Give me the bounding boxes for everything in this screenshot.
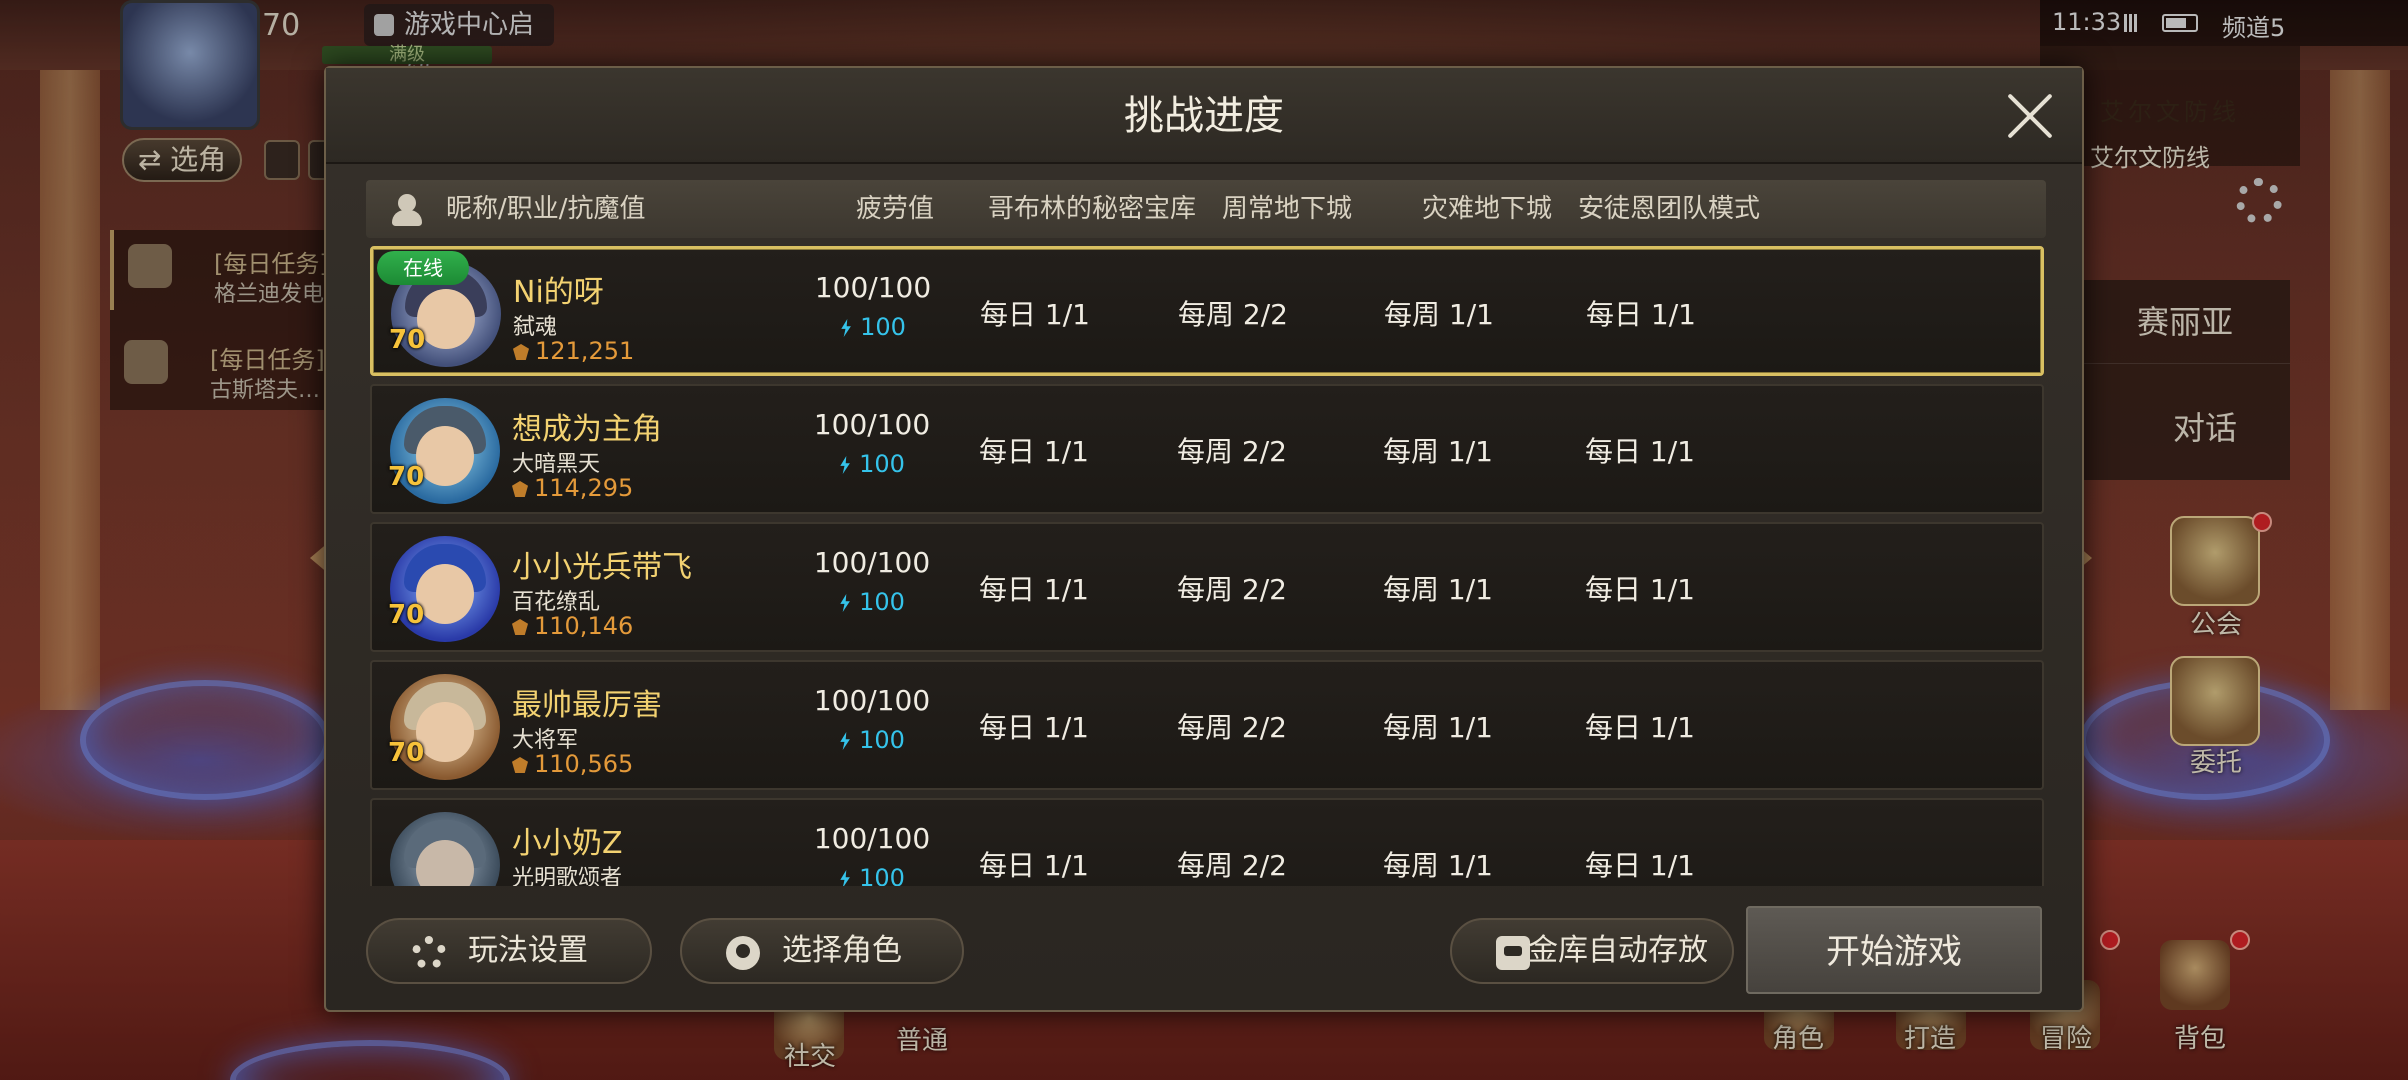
table-row[interactable]: 70 最帅最厉害 大将军 110,565 100/100 100 每日 1/1 … [370,660,2044,790]
weekly-progress: 每周 2/2 [1177,435,1287,468]
crest-icon [512,757,528,773]
goblin-progress: 每日 1/1 [979,435,1089,468]
game-settings-button[interactable]: 玩法设置 [366,918,652,984]
table-row[interactable]: 70 小小光兵带飞 百花缭乱 110,146 100/100 100 每日 1/… [370,522,2044,652]
gear-icon [412,936,446,970]
character-name: 小小奶Z [512,826,623,861]
character-name: 想成为主角 [512,412,662,447]
weekly-progress: 每周 2/2 [1177,849,1287,882]
vault-auto-store-label: 金库自动存放 [1528,933,1708,968]
bolt-icon [840,870,850,886]
vault-icon [1496,936,1530,970]
weekly-progress: 每周 2/2 [1178,298,1288,331]
anti-magic-value: 110,565 [512,750,633,778]
vault-auto-store-button[interactable]: 金库自动存放 [1450,918,1734,984]
character-job: 光明歌颂者 [512,866,623,886]
disaster-progress: 每周 1/1 [1384,298,1494,331]
goblin-progress: 每日 1/1 [979,849,1089,882]
select-role-button[interactable]: 选择角色 [680,918,964,984]
game-settings-label: 玩法设置 [468,933,588,968]
col-antoine: 安徒恩团队模式 [1578,194,1761,224]
weekly-progress: 每周 2/2 [1177,711,1287,744]
antoine-progress: 每日 1/1 [1585,435,1695,468]
col-disaster: 灾难地下城 [1422,194,1553,224]
col-name: 昵称/职业/抗魔值 [446,194,646,224]
character-icon [726,936,760,970]
goblin-progress: 每日 1/1 [979,711,1089,744]
weekly-progress: 每周 2/2 [1177,573,1287,606]
level-badge: 70 [388,462,425,492]
disaster-progress: 每周 1/1 [1383,435,1493,468]
disaster-progress: 每周 1/1 [1383,573,1493,606]
crest-icon [512,619,528,635]
anti-magic-value: 121,251 [513,337,634,365]
dialog-header: 挑战进度 [326,68,2082,164]
antoine-progress: 每日 1/1 [1586,298,1696,331]
anti-magic-value: 110,146 [512,612,633,640]
anti-magic-value: 114,295 [512,474,633,502]
challenge-progress-dialog: 挑战进度 昵称/职业/抗魔值 疲劳值 哥布林的秘密宝库 周常地下城 灾难地下城 … [324,66,2084,1012]
goblin-progress: 每日 1/1 [980,298,1090,331]
character-name: Ni的呀 [513,275,604,310]
close-button[interactable] [2006,92,2054,140]
antoine-progress: 每日 1/1 [1585,573,1695,606]
level-badge: 70 [389,325,426,355]
crest-icon [513,344,529,360]
level-badge: 70 [388,600,425,630]
bolt-icon [840,732,850,750]
disaster-progress: 每周 1/1 [1383,711,1493,744]
col-weekly-dungeon: 周常地下城 [1222,194,1353,224]
start-game-button[interactable]: 开始游戏 [1746,906,2042,994]
disaster-progress: 每周 1/1 [1383,849,1493,882]
character-icon [392,192,426,226]
character-name: 小小光兵带飞 [512,550,692,585]
antoine-progress: 每日 1/1 [1585,711,1695,744]
col-goblin: 哥布林的秘密宝库 [988,194,1197,224]
select-role-label: 选择角色 [782,933,902,968]
table-row[interactable]: 70 想成为主角 大暗黑天 114,295 100/100 100 每日 1/1… [370,384,2044,514]
table-header: 昵称/职业/抗魔值 疲劳值 哥布林的秘密宝库 周常地下城 灾难地下城 安徒恩团队… [366,180,2046,238]
bolt-icon [840,456,850,474]
col-fatigue: 疲劳值 [856,194,935,224]
dialog-title: 挑战进度 [1124,93,1284,139]
avatar [390,812,500,886]
bolt-icon [840,594,850,612]
crest-icon [512,481,528,497]
online-badge: 在线 [377,251,469,285]
bolt-icon [841,319,851,337]
level-badge: 70 [388,738,425,768]
table-row[interactable]: 在线 70 Ni的呀 弑魂 121,251 100/100 100 每日 1/1… [370,246,2044,376]
character-list[interactable]: 在线 70 Ni的呀 弑魂 121,251 100/100 100 每日 1/1… [370,246,2044,886]
antoine-progress: 每日 1/1 [1585,849,1695,882]
character-name: 最帅最厉害 [512,688,662,723]
goblin-progress: 每日 1/1 [979,573,1089,606]
table-row[interactable]: 小小奶Z 光明歌颂者 100/100 100 每日 1/1 每周 2/2 每周 … [370,798,2044,886]
